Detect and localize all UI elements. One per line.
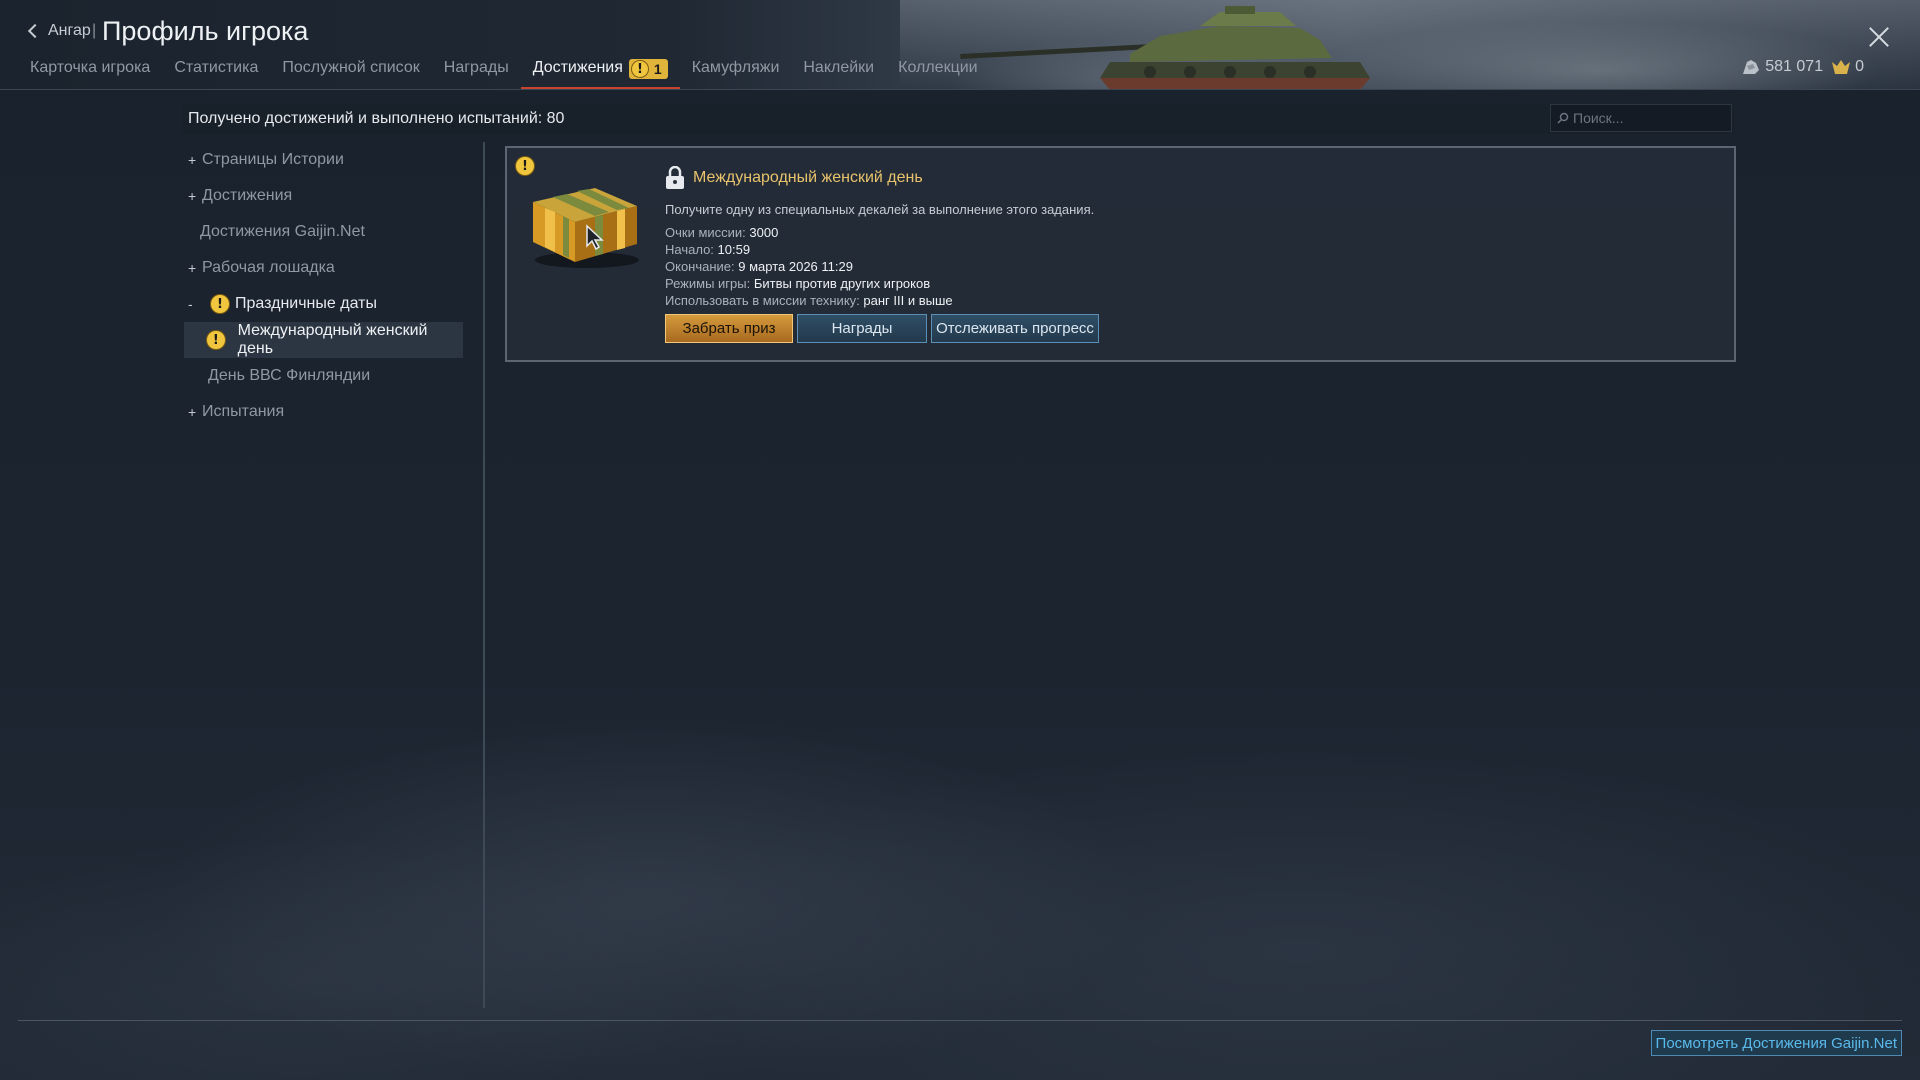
footer-divider — [18, 1020, 1902, 1021]
detail-label: Использовать в миссии технику: — [665, 293, 864, 308]
tab-statistics[interactable]: Статистика — [162, 55, 270, 89]
sidebar-item-history-pages[interactable]: + Страницы Истории — [184, 142, 464, 178]
expand-icon: + — [188, 260, 197, 276]
sidebar-item-label: Праздничные даты — [235, 295, 377, 312]
card-title-row: Международный женский день — [665, 166, 923, 190]
card-actions: Забрать приз Награды Отслеживать прогрес… — [665, 314, 1103, 343]
warning-icon: ! — [210, 294, 230, 314]
detail-value: 3000 — [749, 225, 779, 240]
collapse-icon: - — [188, 296, 193, 312]
lock-icon — [666, 166, 684, 189]
detail-vehicle-requirement: Использовать в миссии технику: ранг III … — [665, 292, 953, 309]
silver-lions-amount: 581 071 — [1765, 58, 1824, 75]
golden-eagles-amount: 0 — [1855, 58, 1864, 75]
warning-icon: ! — [630, 60, 649, 78]
tab-service-record[interactable]: Послужной список — [270, 55, 431, 89]
rewards-button[interactable]: Награды — [797, 314, 927, 343]
achievements-count-text: Получено достижений и выполнено испытани… — [188, 110, 565, 127]
sidebar-item-gaijin-achievements[interactable]: Достижения Gaijin.Net — [184, 214, 464, 250]
tab-label: Коллекции — [898, 59, 978, 76]
sidebar-item-holidays[interactable]: - ! Праздничные даты — [184, 286, 464, 322]
achievement-description: Получите одну из специальных декалей за … — [665, 202, 1095, 217]
mouse-cursor-icon — [586, 224, 604, 250]
sidebar-item-label: Рабочая лошадка — [202, 259, 335, 276]
tab-label: Камуфляжи — [691, 59, 780, 76]
detail-value: Битвы против других игроков — [753, 276, 931, 291]
sidebar-item-finnish-air-force-day[interactable]: День ВВС Финляндии — [184, 358, 464, 394]
currency-display: 581 071 0 — [1741, 58, 1864, 76]
detail-end: Окончание: 9 марта 2026 11:29 — [665, 258, 953, 275]
tab-awards[interactable]: Награды — [432, 55, 521, 89]
track-progress-button[interactable]: Отслеживать прогресс — [931, 314, 1099, 343]
achievement-title: Международный женский день — [693, 169, 923, 186]
detail-label: Начало: — [665, 242, 718, 257]
tab-label: Наклейки — [803, 59, 875, 76]
tab-label: Достижения — [532, 59, 623, 76]
expand-icon: + — [188, 188, 197, 204]
close-icon[interactable] — [1868, 26, 1890, 48]
tab-achievements[interactable]: Достижения ! 1 — [520, 55, 680, 89]
detail-value: 9 марта 2026 11:29 — [738, 259, 853, 274]
claim-reward-button[interactable]: Забрать приз — [665, 314, 793, 343]
tab-label: Награды — [443, 59, 509, 76]
tab-camouflages[interactable]: Камуфляжи — [680, 55, 792, 89]
search-box[interactable] — [1550, 104, 1732, 132]
sidebar-item-label: Достижения — [202, 187, 293, 204]
detail-game-modes: Режимы игры: Битвы против других игроков — [665, 275, 953, 292]
expand-icon: + — [188, 404, 197, 420]
view-gaijin-achievements-button[interactable]: Посмотреть Достижения Gaijin.Net — [1650, 1030, 1902, 1056]
back-label: Ангар — [48, 22, 91, 39]
sidebar-item-womens-day[interactable]: ! Международный женский день — [184, 322, 463, 358]
silver-lions-icon — [1743, 60, 1760, 74]
achievement-details: Очки миссии: 3000 Начало: 10:59 Окончани… — [665, 224, 953, 309]
chevron-left-icon — [27, 23, 43, 39]
sidebar-item-label: День ВВС Финляндии — [208, 367, 371, 384]
achievement-category-tree: + Страницы Истории + Достижения Достижен… — [184, 142, 464, 430]
sidebar-item-workhorse[interactable]: + Рабочая лошадка — [184, 250, 464, 286]
title-separator: | — [92, 22, 97, 39]
tab-label: Статистика — [174, 59, 259, 76]
page-title: Профиль игрока — [102, 16, 309, 46]
achievement-card: ! Международный женский день Получите од… — [505, 146, 1736, 362]
sidebar-item-trials[interactable]: + Испытания — [184, 394, 464, 430]
sidebar-item-label: Достижения Gaijin.Net — [200, 223, 365, 240]
header: Ангар | Профиль игрока Карточка игрока С… — [0, 0, 1920, 90]
tank-image — [960, 6, 1370, 89]
detail-label: Окончание: — [665, 259, 739, 274]
warning-icon: ! — [206, 330, 226, 350]
sidebar-item-label: Международный женский день — [237, 322, 428, 357]
sidebar-item-label: Испытания — [202, 403, 285, 420]
detail-start: Начало: 10:59 — [665, 241, 953, 258]
summary-bar: Получено достижений и выполнено испытани… — [183, 104, 1735, 134]
back-to-hangar-link[interactable]: Ангар — [27, 22, 91, 40]
warning-icon: ! — [515, 156, 535, 176]
tab-decals[interactable]: Наклейки — [791, 55, 886, 89]
badge-count: 1 — [653, 61, 662, 77]
detail-label: Режимы игры: — [665, 276, 754, 291]
detail-value: ранг III и выше — [863, 293, 953, 308]
detail-mission-points: Очки миссии: 3000 — [665, 224, 953, 241]
sidebar-item-achievements[interactable]: + Достижения — [184, 178, 464, 214]
tab-label: Послужной список — [282, 59, 420, 76]
notification-badge: ! 1 — [628, 59, 668, 79]
profile-tabs: Карточка игрока Статистика Послужной спи… — [18, 55, 990, 89]
vertical-divider — [483, 142, 485, 1008]
tab-label: Карточка игрока — [30, 59, 151, 76]
search-input[interactable] — [1573, 110, 1723, 126]
search-icon — [1557, 112, 1569, 124]
detail-label: Очки миссии: — [665, 225, 750, 240]
detail-value: 10:59 — [717, 242, 751, 257]
expand-icon: + — [188, 152, 197, 168]
tab-player-card[interactable]: Карточка игрока — [18, 55, 162, 89]
sidebar-item-label: Страницы Истории — [202, 151, 344, 168]
golden-eagles-icon — [1832, 60, 1851, 74]
tab-collections[interactable]: Коллекции — [886, 55, 989, 89]
